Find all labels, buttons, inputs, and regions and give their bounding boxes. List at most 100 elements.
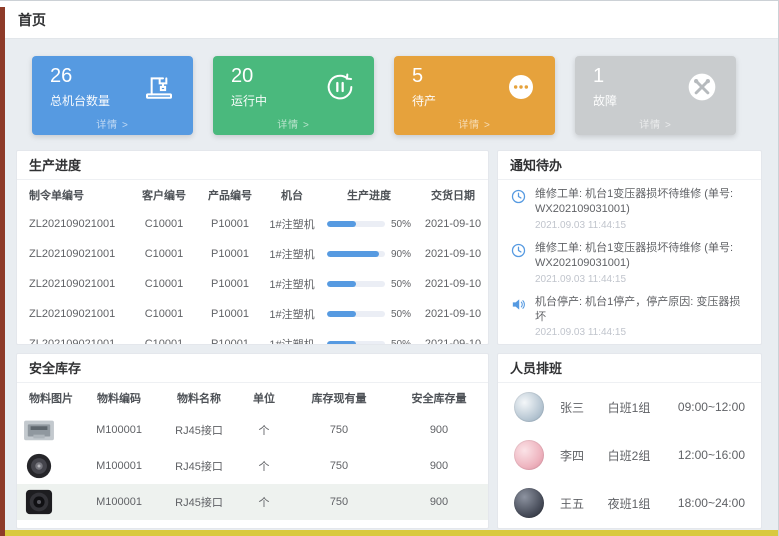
- order-no-cell: ZL202109021001: [17, 239, 131, 269]
- stat-card-body: 1 故障: [575, 56, 736, 109]
- detail-link[interactable]: 详情 >: [213, 116, 374, 131]
- running-icon: [322, 69, 358, 105]
- progress-cell: 50%: [321, 299, 417, 329]
- person-name: 张三: [560, 399, 592, 416]
- progress-cell: 50%: [321, 269, 417, 299]
- progress-fill: [327, 341, 356, 345]
- material-name-cell: RJ45接口: [159, 448, 239, 484]
- order-no-cell: ZL202109021001: [17, 329, 131, 345]
- delivery-date-cell: 2021-09-10: [417, 269, 489, 299]
- stat-label: 运行中: [231, 92, 267, 109]
- production-header-row: 制令单编号 客户编号 产品编号 机台 生产进度 交货日期: [17, 180, 489, 209]
- progress-cell: 50%: [321, 329, 417, 345]
- stat-card-body: 26 总机台数量: [32, 56, 193, 109]
- column-header-delivery-date: 交货日期: [417, 180, 489, 209]
- machine-cell: 1#注塑机: [263, 329, 321, 345]
- material-code-cell: M100001: [79, 448, 159, 484]
- product-no-cell: P10001: [197, 269, 263, 299]
- shift-label: 白班2组: [608, 447, 662, 464]
- customer-no-cell: C10001: [131, 209, 197, 239]
- panel-title: 安全库存: [17, 354, 488, 383]
- stat-card-fault[interactable]: 1 故障 详情 >: [575, 56, 736, 135]
- material-name-cell: RJ45接口: [159, 412, 239, 448]
- window-bottom-edge: [0, 530, 778, 536]
- customer-no-cell: C10001: [131, 239, 197, 269]
- column-header-product-no: 产品编号: [197, 180, 263, 209]
- window-left-edge: [0, 7, 5, 536]
- delivery-date-cell: 2021-09-10: [417, 329, 489, 345]
- connector-photo: [20, 452, 58, 480]
- todo-item[interactable]: 维修工单: 机台1变压器损坏待维修 (单号: WX202109031001) 2…: [498, 180, 761, 234]
- customer-no-cell: C10001: [131, 299, 197, 329]
- delivery-date-cell: 2021-09-10: [417, 299, 489, 329]
- stat-card-standby[interactable]: 5 待产 详情 >: [394, 56, 555, 135]
- shift-label: 夜班1组: [608, 495, 662, 512]
- machine-cell: 1#注塑机: [263, 269, 321, 299]
- unit-cell: 个: [239, 412, 289, 448]
- column-header-unit: 单位: [239, 383, 289, 412]
- material-code-cell: M100001: [79, 484, 159, 520]
- inventory-table: 物料图片 物料编码 物料名称 单位 库存现有量 安全库存量: [17, 383, 489, 520]
- column-header-safety-qty: 安全库存量: [389, 383, 489, 412]
- progress-bar: [327, 311, 385, 317]
- production-row: ZL202109021001 C10001 P10001 1#注塑机 50% 2…: [17, 209, 489, 239]
- machine-icon: [141, 69, 177, 105]
- stat-card-body: 20 运行中: [213, 56, 374, 109]
- material-image-cell: [17, 448, 79, 484]
- progress-fill: [327, 311, 356, 317]
- inventory-row: M100001 RJ45接口 个 750 900: [17, 484, 489, 520]
- panel-title: 通知待办: [498, 151, 761, 180]
- page-content: 26 总机台数量 详情 >: [0, 39, 778, 529]
- shift-time: 12:00~16:00: [678, 448, 745, 462]
- stat-label: 总机台数量: [50, 92, 110, 109]
- stat-card-body: 5 待产: [394, 56, 555, 109]
- speaker-photo: [20, 488, 58, 516]
- on-hand-cell: 750: [289, 484, 389, 520]
- shift-time: 18:00~24:00: [678, 496, 745, 510]
- detail-link[interactable]: 详情 >: [394, 116, 555, 131]
- standby-icon: [503, 69, 539, 105]
- todo-item[interactable]: 计划暂停: 机台1生产计划已暂停 2021.09.03 11:44:15: [498, 341, 761, 345]
- stat-label: 故障: [593, 92, 617, 109]
- customer-no-cell: C10001: [131, 269, 197, 299]
- column-header-on-hand: 库存现有量: [289, 383, 389, 412]
- order-no-cell: ZL202109021001: [17, 269, 131, 299]
- production-row: ZL202109021001 C10001 P10001 1#注塑机 50% 2…: [17, 269, 489, 299]
- person-name: 王五: [560, 495, 592, 512]
- detail-link[interactable]: 详情 >: [575, 116, 736, 131]
- stat-cards-row: 26 总机台数量 详情 >: [16, 56, 762, 135]
- todo-item[interactable]: 维修工单: 机台1变压器损坏待维修 (单号: WX202109031001) 2…: [498, 234, 761, 288]
- detail-link[interactable]: 详情 >: [32, 116, 193, 131]
- production-row: ZL202109021001 C10001 P10001 1#注塑机 90% 2…: [17, 239, 489, 269]
- on-hand-cell: 750: [289, 448, 389, 484]
- rj45-photo: [20, 416, 58, 444]
- stat-card-total-machines[interactable]: 26 总机台数量 详情 >: [32, 56, 193, 135]
- stat-card-running[interactable]: 20 运行中 详情 >: [213, 56, 374, 135]
- stat-value: 20: [231, 65, 267, 88]
- clock-icon: [510, 188, 527, 205]
- safety-qty-cell: 900: [389, 484, 489, 520]
- machine-cell: 1#注塑机: [263, 299, 321, 329]
- todo-text: 维修工单: 机台1变压器损坏待维修 (单号: WX202109031001): [535, 241, 749, 272]
- material-image-cell: [17, 484, 79, 520]
- progress-fill: [327, 251, 379, 257]
- avatar: [514, 440, 544, 470]
- order-no-cell: ZL202109021001: [17, 209, 131, 239]
- on-hand-cell: 750: [289, 412, 389, 448]
- speaker-icon: [510, 296, 527, 313]
- stat-value: 26: [50, 65, 110, 88]
- column-header-material-image: 物料图片: [17, 383, 79, 412]
- progress-fill: [327, 221, 356, 227]
- progress-fill: [327, 281, 356, 287]
- todo-item[interactable]: 机台停产: 机台1停产，停产原因: 变压器损坏 2021.09.03 11:44…: [498, 288, 761, 342]
- todos-panel: 通知待办 维修工单: 机台1变压器损坏待维修 (单号: WX2021090310…: [497, 150, 762, 345]
- progress-percent: 50%: [391, 219, 411, 230]
- progress-bar: [327, 251, 385, 257]
- clock-icon: [510, 242, 527, 259]
- material-name-cell: RJ45接口: [159, 484, 239, 520]
- panel-title: 生产进度: [17, 151, 488, 180]
- panel-title: 人员排班: [498, 354, 761, 383]
- progress-cell: 90%: [321, 239, 417, 269]
- schedule-row: 王五 夜班1组 18:00~24:00: [498, 479, 761, 527]
- delivery-date-cell: 2021-09-10: [417, 209, 489, 239]
